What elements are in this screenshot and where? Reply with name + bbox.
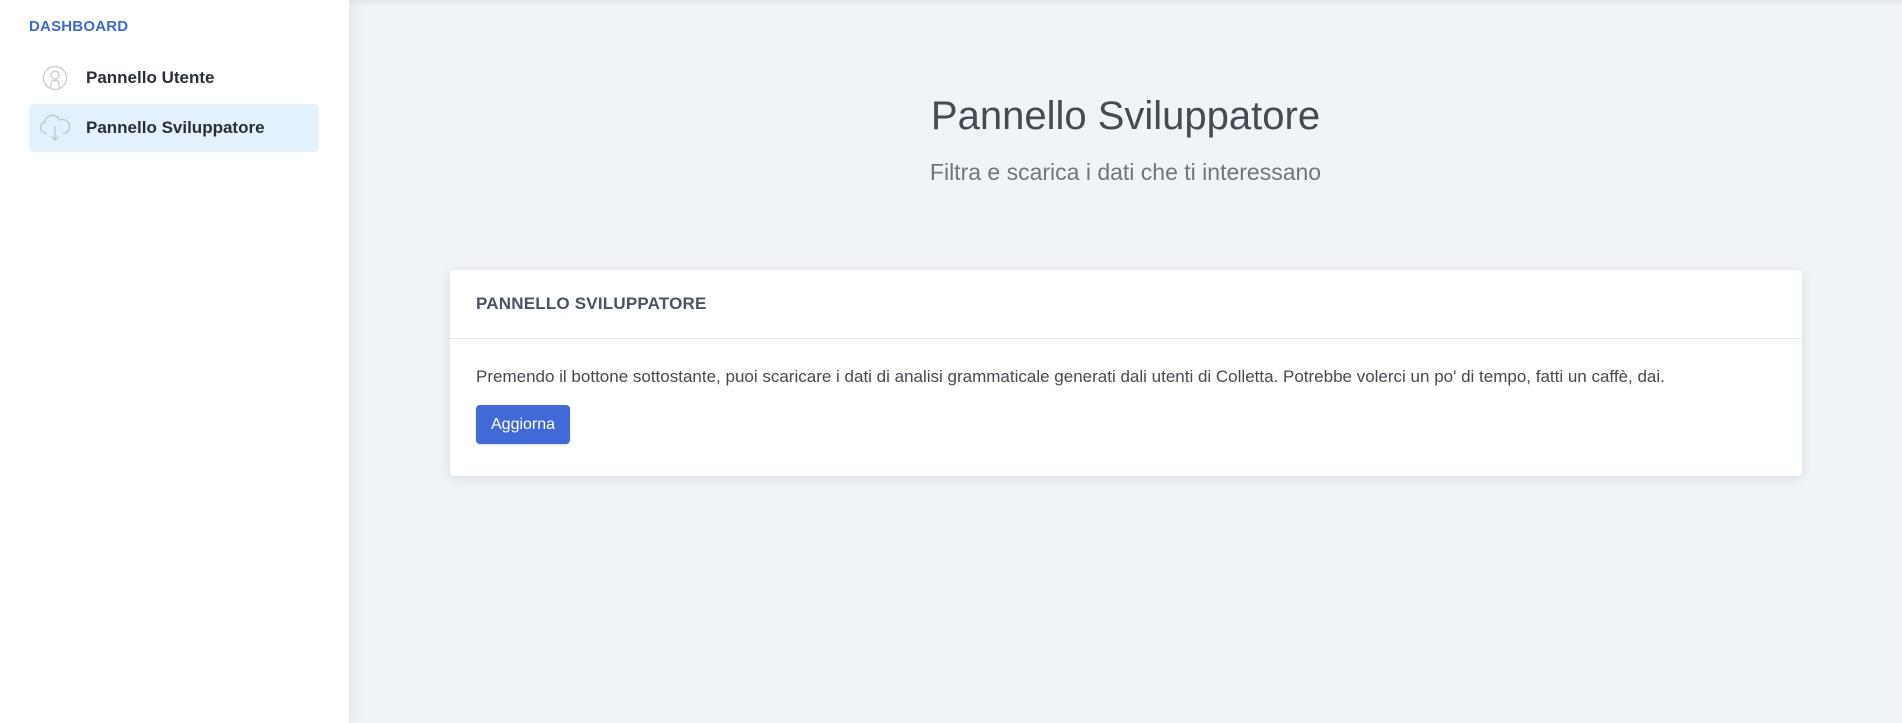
sidebar-item-label: Pannello Sviluppatore: [86, 118, 265, 137]
card-description: Premendo il bottone sottostante, puoi sc…: [476, 367, 1665, 386]
sidebar: DASHBOARD Pannello Utente Pannello Svilu…: [0, 0, 349, 723]
sidebar-item-pannello-sviluppatore[interactable]: Pannello Sviluppatore: [29, 104, 319, 152]
app-root: DASHBOARD Pannello Utente Pannello Svilu…: [0, 0, 1902, 723]
top-shadow: [349, 0, 1902, 6]
aggiorna-button[interactable]: Aggiorna: [476, 405, 571, 444]
main-content: Pannello Sviluppatore Filtra e scarica i…: [349, 0, 1902, 723]
card-title: PANNELLO SVILUPPATORE: [476, 294, 707, 313]
page-title: Pannello Sviluppatore: [930, 94, 1321, 138]
user-circle-icon: [36, 59, 74, 97]
card-body: Premendo il bottone sottostante, puoi sc…: [450, 339, 1802, 444]
sidebar-item-pannello-utente[interactable]: Pannello Utente: [29, 54, 319, 102]
card-header: PANNELLO SVILUPPATORE: [450, 270, 1802, 339]
cloud-download-icon: [36, 109, 74, 147]
developer-panel-card: PANNELLO SVILUPPATORE Premendo il botton…: [450, 270, 1802, 476]
page-subtitle: Filtra e scarica i dati che ti interessa…: [929, 159, 1322, 185]
sidebar-item-label: Pannello Utente: [86, 68, 215, 87]
sidebar-heading: DASHBOARD: [29, 18, 129, 35]
